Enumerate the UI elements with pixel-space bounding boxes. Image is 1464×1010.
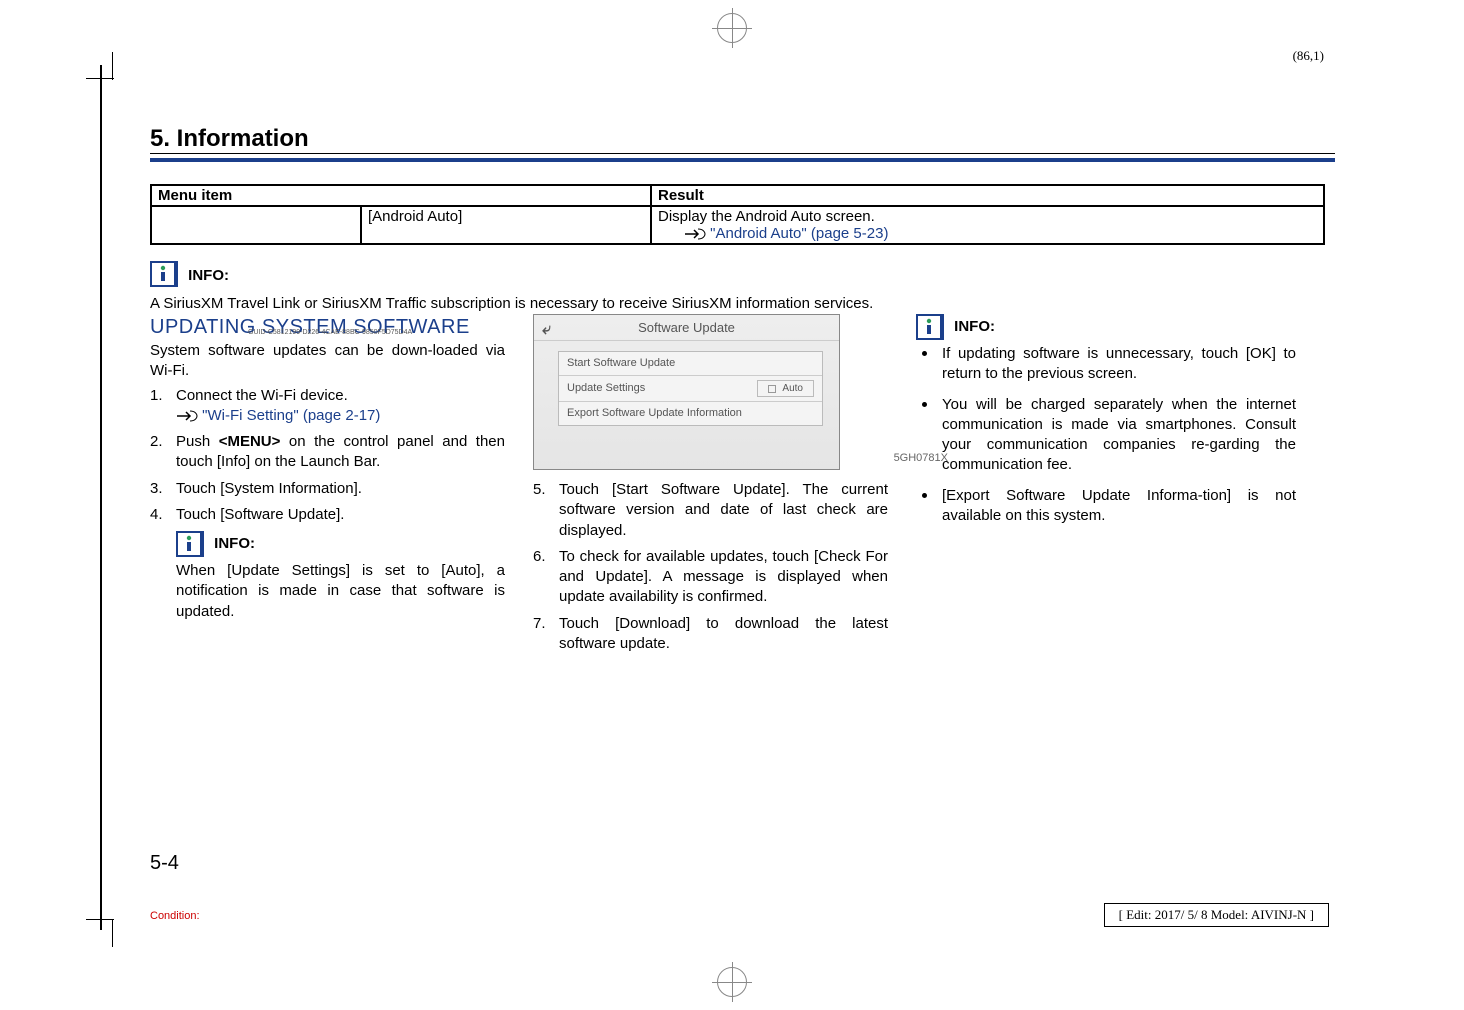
menu-result-table: Menu item Result [Android Auto] Display … <box>150 184 1325 245</box>
info-label: INFO: <box>182 264 235 284</box>
info-icon <box>918 316 942 338</box>
crop-mark <box>112 919 113 947</box>
link-android-auto: "Android Auto" (page 5-23) <box>710 225 888 242</box>
crop-mark <box>112 52 113 80</box>
table-cell-menu: [Android Auto] <box>361 206 651 244</box>
info-badge <box>150 261 178 287</box>
registration-mark-bottom <box>712 962 752 1002</box>
table-header-result: Result <box>651 185 1324 206</box>
info-label: INFO: <box>208 532 261 552</box>
info-badge <box>176 531 204 557</box>
ss-row-start: Start Software Update <box>559 352 822 376</box>
table-header-menu-item: Menu item <box>151 185 651 206</box>
screenshot-title: Software Update <box>638 319 735 337</box>
step-4: Touch [Software Update]. <box>150 505 505 525</box>
divider <box>150 153 1335 154</box>
info-badge <box>916 314 944 340</box>
step-6: To check for available updates, touch [C… <box>533 547 888 608</box>
step-3: Touch [System Information]. <box>150 479 505 499</box>
guid-text: GUID-C5812199-D226-4CAE-88BC-9850F5D75D4… <box>248 328 412 337</box>
ss-row-export: Export Software Update Information <box>559 402 822 425</box>
registration-mark-top <box>712 8 752 48</box>
intro-text: System software updates can be down-load… <box>150 341 505 382</box>
info-label: INFO: <box>948 315 1001 335</box>
software-update-screenshot: ⤶ Software Update Start Software Update … <box>533 314 840 470</box>
trim-line-left <box>100 65 102 930</box>
page-number: 5-4 <box>150 852 179 875</box>
step-1: Connect the Wi-Fi device. "Wi-Fi Setting… <box>150 386 505 427</box>
divider <box>150 158 1335 162</box>
bullet-2: You will be charged separately when the … <box>916 395 1296 476</box>
step-2: Push <MENU> on the control panel and the… <box>150 432 505 473</box>
crop-mark <box>86 919 114 920</box>
table-cell-empty <box>151 206 361 244</box>
info-icon <box>152 263 176 285</box>
link-wifi-setting: "Wi-Fi Setting" (page 2-17) <box>202 407 380 424</box>
heading-updating-software: UPDATING SYSTEM SOFTWARE GUID-C5812199-D… <box>150 314 505 341</box>
step-5: Touch [Start Software Update]. The curre… <box>533 480 888 541</box>
bullet-1: If updating software is unnecessary, tou… <box>916 344 1296 385</box>
edit-info-box: [ Edit: 2017/ 5/ 8 Model: AIVINJ-N ] <box>1104 903 1329 927</box>
result-text: Display the Android Auto screen. <box>658 208 875 225</box>
auto-pill: Auto <box>757 380 814 398</box>
pointer-icon <box>176 409 198 423</box>
section-title: 5. Information <box>150 125 1350 153</box>
siriusxm-text: A SiriusXM Travel Link or SiriusXM Traff… <box>150 295 1350 312</box>
page-coordinate: (86,1) <box>1293 48 1324 64</box>
pointer-icon <box>684 227 706 241</box>
info-icon <box>178 533 202 555</box>
ss-row-settings: Update Settings Auto <box>559 376 822 403</box>
condition-label: Condition: <box>150 910 200 922</box>
back-arrow-icon: ⤶ <box>542 319 551 341</box>
bullet-3: [Export Software Update Informa-tion] is… <box>916 486 1296 527</box>
table-cell-result: Display the Android Auto screen. "Androi… <box>651 206 1324 244</box>
info-text: When [Update Settings] is set to [Auto],… <box>150 561 505 622</box>
step-7: Touch [Download] to download the latest … <box>533 614 888 655</box>
crop-mark <box>86 78 114 79</box>
